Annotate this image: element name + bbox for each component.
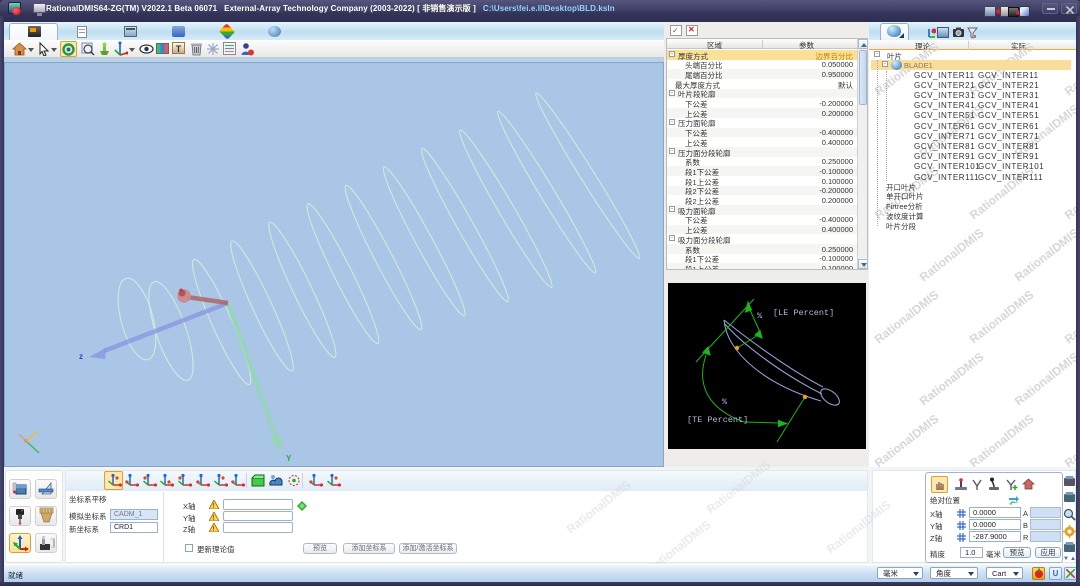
svg-text:[LE Percent]: [LE Percent] (773, 308, 834, 318)
svg-text:!: ! (212, 515, 214, 521)
svg-text:!: ! (212, 503, 214, 509)
svg-text:Y: Y (286, 454, 292, 463)
svg-text:%: % (722, 397, 728, 407)
svg-text:z: z (79, 352, 83, 361)
svg-text:%: % (757, 311, 763, 321)
svg-text:[TE Percent]: [TE Percent] (687, 415, 748, 425)
svg-text:!: ! (212, 526, 214, 532)
